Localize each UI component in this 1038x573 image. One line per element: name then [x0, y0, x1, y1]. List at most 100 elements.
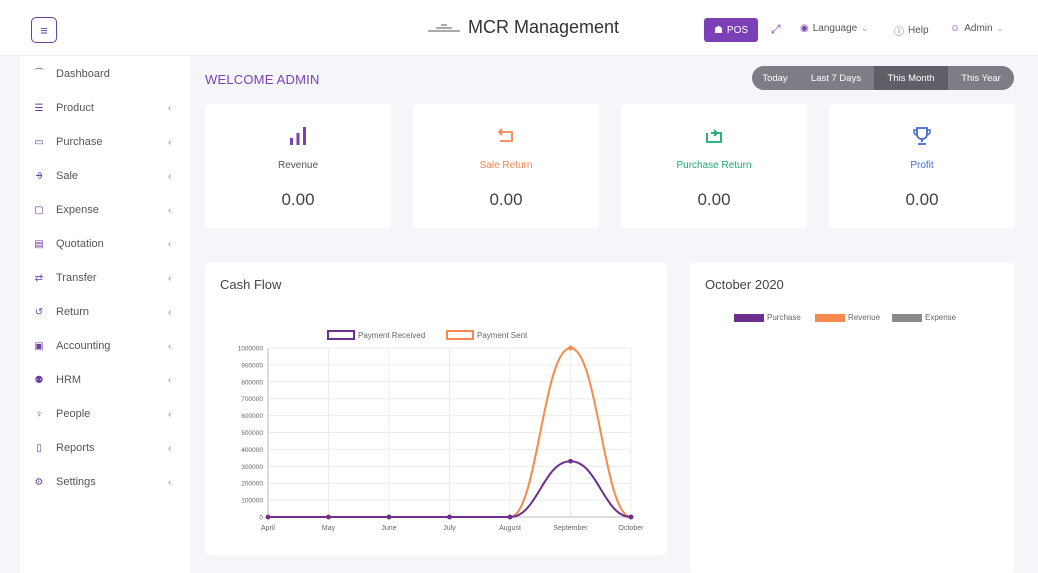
card-icon: ▭	[34, 136, 44, 148]
filter-today-button[interactable]: Today	[752, 66, 798, 90]
report-icon: ▯	[36, 442, 42, 454]
purchase-return-label: Purchase Return	[676, 160, 752, 171]
sidebar-item-transfer[interactable]: ⇄ Transfer ‹	[20, 266, 190, 290]
return-arrow-icon	[413, 126, 599, 146]
user-icon: ☺	[950, 23, 961, 34]
data-point	[326, 514, 331, 520]
sidebar-item-quotation[interactable]: ▤ Quotation ‹	[20, 232, 190, 256]
language-dropdown[interactable]: ◉ Language ⌄	[800, 23, 868, 34]
y-tick-label: 800000	[241, 379, 263, 386]
y-tick-label: 200000	[241, 481, 263, 488]
sale-return-label: Sale Return	[479, 160, 533, 171]
sidebar-item-hrm[interactable]: ⚉ HRM ‹	[20, 368, 190, 392]
sidebar-item-label: Expense	[56, 204, 99, 216]
chevron-left-icon: ‹	[168, 102, 172, 114]
sidebar-item-purchase[interactable]: ▭ Purchase ‹	[20, 130, 190, 154]
page-title: WELCOME ADMIN	[205, 72, 320, 87]
data-point	[507, 514, 513, 520]
y-tick-label: 700000	[241, 396, 263, 403]
sidebar-item-product[interactable]: ☰ Product ‹	[20, 96, 190, 120]
return-icon: ↺	[34, 306, 44, 318]
sidebar-item-expense[interactable]: ▢ Expense ‹	[20, 198, 190, 222]
admin-dropdown[interactable]: ☺ Admin ⌄	[950, 23, 1003, 34]
gear-icon: ⚙	[34, 476, 44, 488]
y-tick-label: 0	[259, 515, 263, 522]
sidebar-item-sale[interactable]: ⨮ Sale ‹	[20, 164, 190, 188]
chevron-left-icon: ‹	[168, 204, 172, 216]
date-filter-group: Today Last 7 Days This Month This Year	[752, 66, 1014, 90]
sidebar-item-label: HRM	[56, 374, 82, 386]
sidebar: ⁀ Dashboard ☰ Product ‹ ▭ Purchase ‹ ⨮ Sale ‹ ▢ Expe…	[20, 56, 190, 573]
hamburger-icon: ≡	[40, 22, 48, 38]
data-point	[447, 514, 452, 520]
x-tick-label: August	[499, 525, 521, 532]
sidebar-item-label: Product	[56, 102, 94, 114]
x-tick-label: April	[261, 525, 275, 532]
fullscreen-icon[interactable]: ⤢	[771, 22, 781, 37]
y-tick-label: 600000	[241, 413, 263, 420]
chevron-left-icon: ‹	[168, 170, 172, 182]
x-tick-label: May	[322, 525, 336, 532]
globe-icon: ◉	[800, 23, 809, 34]
sidebar-item-people[interactable]: ♀ People ‹	[20, 402, 190, 426]
pos-label: POS	[726, 24, 749, 36]
sidebar-item-return[interactable]: ↺ Return ‹	[20, 300, 190, 324]
profit-value: 0.00	[905, 190, 939, 209]
dashboard-icon: ⁀	[34, 68, 44, 80]
filter-this-month-button[interactable]: This Month	[874, 66, 948, 90]
language-label: Language	[812, 23, 858, 34]
legend-expense[interactable]: Expense	[892, 313, 956, 322]
sale-return-value: 0.00	[489, 190, 523, 209]
cart-icon: ⨮	[35, 170, 43, 182]
bar-chart-icon	[205, 126, 391, 146]
help-link[interactable]: ⓘ Help	[894, 23, 929, 38]
monthly-title: October 2020	[705, 277, 784, 292]
brand: MCR Management	[428, 17, 619, 38]
revenue-value: 0.00	[281, 190, 315, 209]
chevron-left-icon: ‹	[168, 272, 172, 284]
y-tick-label: 1000000	[238, 346, 264, 353]
sidebar-item-settings[interactable]: ⚙ Settings ‹	[20, 470, 190, 494]
list-icon: ☰	[34, 102, 44, 114]
data-point	[628, 514, 634, 520]
data-point	[386, 514, 392, 520]
chevron-left-icon: ‹	[168, 408, 172, 420]
legend-revenue[interactable]: Revenue	[815, 313, 880, 322]
users-icon: ⚉	[34, 374, 44, 386]
admin-label: Admin	[964, 23, 993, 34]
pos-button[interactable]: ☗ POS	[704, 18, 758, 42]
sidebar-item-label: Dashboard	[56, 68, 110, 80]
data-point	[568, 458, 573, 464]
legend-purchase[interactable]: Purchase	[734, 313, 801, 322]
chevron-left-icon: ‹	[168, 306, 172, 318]
help-icon: ⓘ	[894, 27, 904, 38]
legend-label: Revenue	[848, 313, 881, 322]
monthly-summary-panel: October 2020 Purchase Revenue Expense	[690, 262, 1014, 573]
y-tick-label: 900000	[241, 362, 263, 369]
sidebar-item-label: Reports	[56, 442, 95, 454]
menu-toggle-button[interactable]: ≡	[31, 17, 57, 43]
profit-label: Profit	[910, 160, 934, 171]
legend-label: Purchase	[767, 313, 801, 322]
cash-flow-panel: Cash Flow Payment Received Payment Sent …	[205, 262, 667, 555]
sidebar-item-accounting[interactable]: ▣ Accounting ‹	[20, 334, 190, 358]
y-tick-label: 300000	[241, 464, 263, 471]
chevron-down-icon: ⌄	[861, 24, 868, 33]
sidebar-item-label: People	[56, 408, 91, 420]
lock-icon: ☗	[713, 24, 723, 36]
chevron-left-icon: ‹	[168, 340, 172, 352]
purchase-return-card: Purchase Return 0.00	[621, 104, 807, 228]
filter-last-7-days-button[interactable]: Last 7 Days	[798, 66, 874, 90]
sidebar-item-dashboard[interactable]: ⁀ Dashboard	[20, 62, 190, 86]
chevron-down-icon: ⌄	[996, 24, 1004, 33]
document-icon: ▤	[34, 238, 44, 250]
sidebar-item-label: Purchase	[56, 136, 103, 148]
sidebar-item-reports[interactable]: ▯ Reports ‹	[20, 436, 190, 460]
x-tick-label: October	[619, 525, 645, 532]
filter-this-year-button[interactable]: This Year	[948, 66, 1014, 90]
sidebar-item-label: Settings	[56, 476, 96, 488]
purchase-return-value: 0.00	[697, 190, 731, 209]
y-tick-label: 400000	[241, 447, 263, 454]
x-tick-label: September	[553, 525, 588, 532]
y-tick-label: 100000	[241, 498, 263, 505]
